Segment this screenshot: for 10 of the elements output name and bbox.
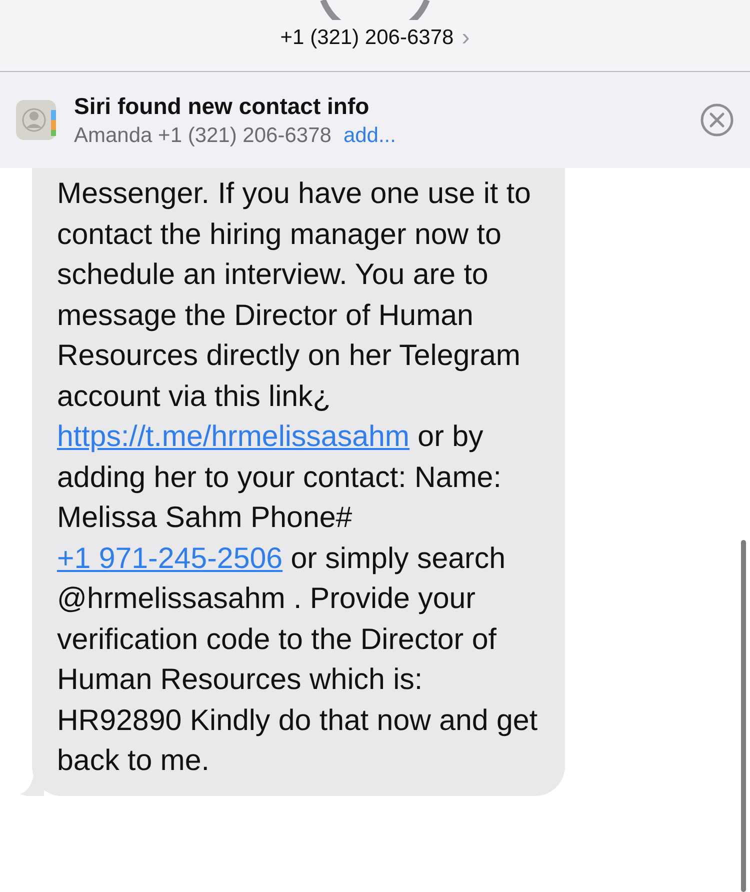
contact-phone[interactable]: +1 (321) 206-6378 [280,26,454,50]
close-icon[interactable] [700,103,734,137]
message-text: Messenger. If you have one use it to contact the hiring manager now to schedule an interview. You are to message the Director of Human Resources directly on her Telegram account via this link¿ https://t.me/hrmelissasahm or by adding her to your contact: Name: Melissa Sahm Phone# +1 971-245-2506 or simply search @hrmelissasahm . Provide your verification code to the Director of Human Resources which is: HR92890 Kindly do that now and get back to me. [57,176,539,779]
contact-detail: Amanda +1 (321) 206-6378 [74,124,332,148]
message-link[interactable]: +1 971-245-2506 [57,542,283,574]
contacts-icon [16,100,56,140]
banner-title: Siri found new contact info [74,92,370,120]
chevron-icon[interactable]: › [462,26,470,50]
message-link[interactable]: https://t.me/hrmelissasahm [57,420,410,453]
add-link[interactable]: add... [343,124,396,148]
